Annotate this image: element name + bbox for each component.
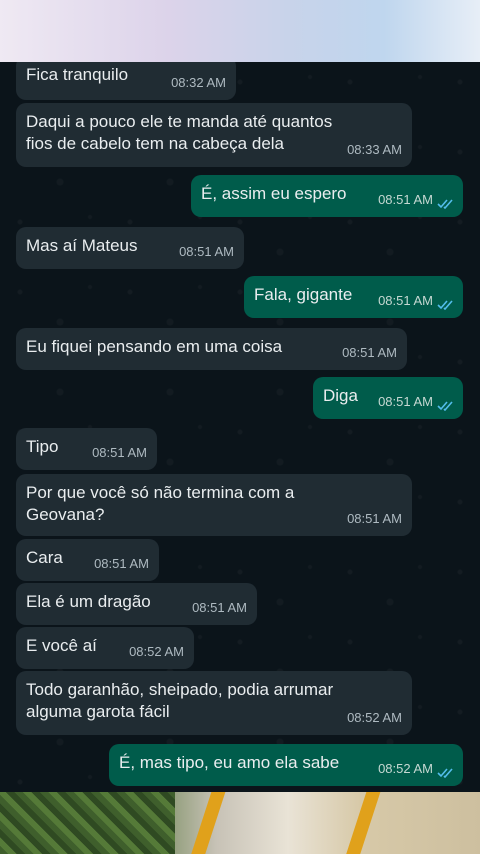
message-time: 08:51 AM (92, 445, 147, 460)
message-text: Fica tranquilo (26, 65, 129, 84)
message-incoming[interactable]: Eu fiquei pensando em uma coisa 08:51 AM (16, 328, 407, 370)
message-incoming[interactable]: Ela é um dragão 08:51 AM (16, 583, 257, 625)
message-text: Ela é um dragão (26, 592, 151, 611)
yellow-stripe (188, 792, 226, 854)
double-check-icon (437, 401, 453, 411)
message-time: 08:51 AM (378, 192, 433, 207)
yellow-stripe (343, 792, 381, 854)
message-incoming[interactable]: Mas aí Mateus 08:51 AM (16, 227, 244, 269)
message-time: 08:52 AM (378, 761, 433, 776)
message-text: Fala, gigante (254, 285, 353, 304)
message-time: 08:51 AM (378, 293, 433, 308)
message-time: 08:51 AM (179, 244, 234, 259)
message-time: 08:52 AM (347, 710, 402, 725)
message-text: Daqui a pouco ele te manda até quantos f… (26, 112, 333, 153)
message-text: Todo garanhão, sheipado, podia arrumar a… (26, 680, 334, 721)
message-time: 08:33 AM (347, 142, 402, 157)
message-time: 08:51 AM (342, 345, 397, 360)
message-incoming[interactable]: Daqui a pouco ele te manda até quantos f… (16, 103, 412, 167)
double-check-icon (437, 300, 453, 310)
message-text: É, assim eu espero (201, 184, 347, 203)
message-incoming[interactable]: Cara 08:51 AM (16, 539, 159, 581)
message-text: Eu fiquei pensando em uma coisa (26, 337, 283, 356)
message-time: 08:51 AM (94, 556, 149, 571)
message-incoming[interactable]: Todo garanhão, sheipado, podia arrumar a… (16, 671, 412, 735)
bottom-image-strip (0, 792, 480, 854)
message-text: Por que você só não termina com a Geovan… (26, 483, 295, 524)
message-time: 08:51 AM (378, 394, 433, 409)
message-incoming[interactable]: Por que você só não termina com a Geovan… (16, 474, 412, 536)
double-check-icon (437, 199, 453, 209)
message-text: E você aí (26, 636, 97, 655)
message-outgoing[interactable]: É, mas tipo, eu amo ela sabe 08:52 AM (109, 744, 463, 786)
message-outgoing[interactable]: É, assim eu espero 08:51 AM (191, 175, 463, 217)
message-outgoing[interactable]: Fala, gigante 08:51 AM (244, 276, 463, 318)
message-text: Diga (323, 386, 358, 405)
chat-message-list[interactable]: Fica tranquilo 08:32 AM Daqui a pouco el… (0, 62, 480, 792)
message-text: É, mas tipo, eu amo ela sabe (119, 753, 340, 772)
message-text: Tipo (26, 437, 59, 456)
grass-texture (0, 792, 175, 854)
double-check-icon (437, 768, 453, 778)
message-time: 08:51 AM (192, 600, 247, 615)
message-incoming[interactable]: Fica tranquilo 08:32 AM (16, 62, 236, 100)
message-outgoing[interactable]: Diga 08:51 AM (313, 377, 463, 419)
top-image-strip (0, 0, 480, 62)
message-time: 08:51 AM (347, 511, 402, 526)
message-time: 08:52 AM (129, 644, 184, 659)
message-text: Cara (26, 548, 63, 567)
message-incoming[interactable]: E você aí 08:52 AM (16, 627, 194, 669)
message-incoming[interactable]: Tipo 08:51 AM (16, 428, 157, 470)
message-time: 08:32 AM (171, 75, 226, 90)
message-text: Mas aí Mateus (26, 236, 138, 255)
